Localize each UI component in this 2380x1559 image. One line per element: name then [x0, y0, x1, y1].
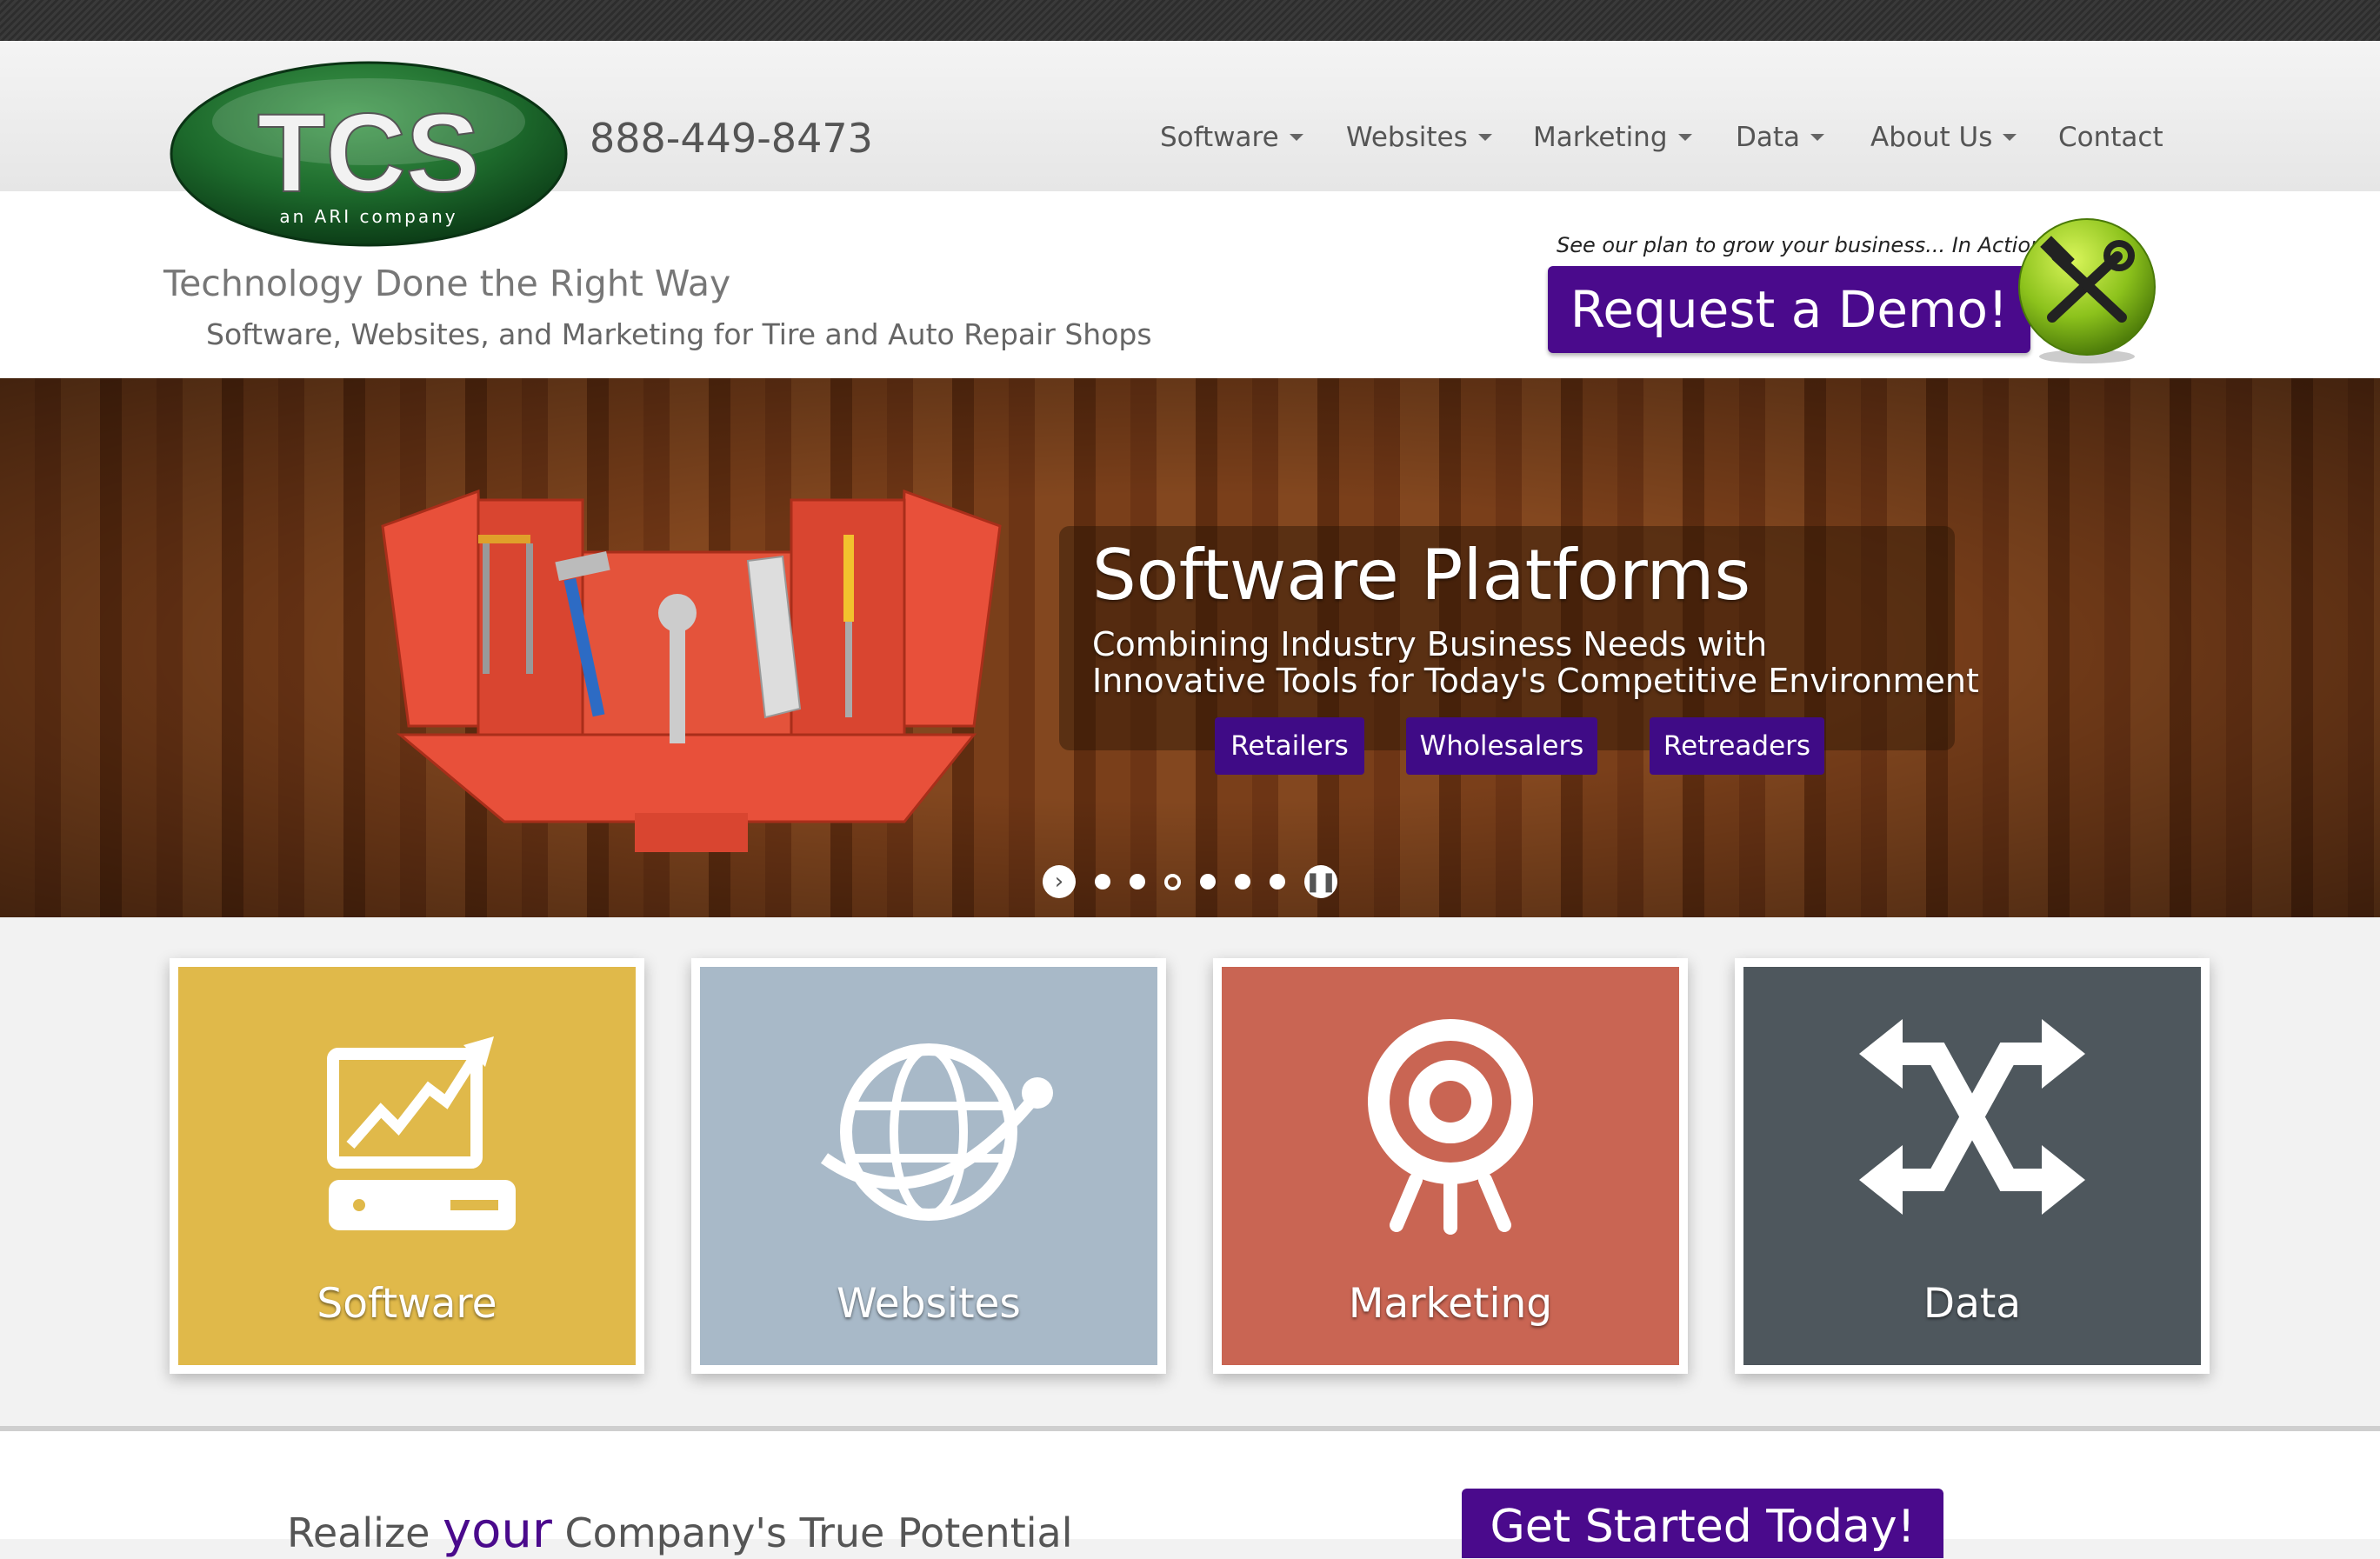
slide-dot-active[interactable]: [1164, 873, 1181, 890]
tools-icon[interactable]: [2013, 217, 2161, 370]
plan-text: See our plan to grow your business... In…: [1557, 233, 2052, 257]
request-demo-button[interactable]: Request a Demo!: [1548, 266, 2030, 353]
nav-about-us[interactable]: About Us: [1870, 122, 2017, 153]
shuffle-arrows-icon: [1859, 1019, 2085, 1215]
wholesalers-button[interactable]: Wholesalers: [1406, 717, 1597, 775]
caret-down-icon: [1810, 134, 1825, 141]
slide-dot[interactable]: [1235, 874, 1250, 889]
get-started-button[interactable]: Get Started Today!: [1462, 1489, 1943, 1558]
card-marketing-label: Marketing: [1348, 1280, 1553, 1328]
card-websites-label: Websites: [837, 1280, 1021, 1328]
retailers-button[interactable]: Retailers: [1215, 717, 1364, 775]
chart-monitor-icon: [327, 1036, 516, 1230]
nav-contact[interactable]: Contact: [2058, 122, 2163, 153]
slide-dot[interactable]: [1095, 874, 1110, 889]
slide-subtitle-line-2: Innovative Tools for Today's Competitive…: [1092, 662, 1979, 700]
nav-websites[interactable]: Websites: [1346, 122, 1492, 153]
card-data-label: Data: [1923, 1280, 2022, 1328]
nav-data[interactable]: Data: [1736, 122, 1825, 153]
slider-controls: › ❚❚: [1033, 865, 1347, 898]
realize-pre: Realize: [287, 1509, 443, 1556]
nav-label: Software: [1160, 122, 1279, 153]
card-marketing[interactable]: Marketing: [1213, 958, 1688, 1374]
card-data-panel: Data: [1743, 967, 2201, 1365]
phone-number[interactable]: 888-449-8473: [590, 115, 873, 162]
realize-heading: Realize your Company's True Potential: [287, 1502, 1072, 1559]
top-strip: [0, 0, 2380, 41]
slide-dot[interactable]: [1130, 874, 1145, 889]
nav-label: About Us: [1870, 122, 1993, 153]
next-slide-icon[interactable]: ›: [1043, 865, 1076, 898]
nav-marketing[interactable]: Marketing: [1533, 122, 1692, 153]
pause-icon[interactable]: ❚❚: [1304, 865, 1337, 898]
logo-text: TCS: [257, 91, 480, 216]
card-websites-panel: Websites: [700, 967, 1157, 1365]
nav-software[interactable]: Software: [1160, 122, 1303, 153]
caret-down-icon: [2003, 134, 2017, 141]
retreaders-button[interactable]: Retreaders: [1650, 717, 1824, 775]
tcs-logo[interactable]: TCS an ARI company: [170, 61, 568, 248]
globe-icon: [820, 1043, 1053, 1221]
card-software[interactable]: Software: [170, 958, 644, 1374]
card-software-panel: Software: [178, 967, 636, 1365]
card-marketing-panel: Marketing: [1222, 967, 1679, 1365]
realize-post: Company's True Potential: [551, 1509, 1073, 1556]
card-data[interactable]: Data: [1735, 958, 2210, 1374]
slide-title: Software Platforms: [1092, 535, 1751, 616]
subtagline: Software, Websites, and Marketing for Ti…: [206, 317, 1152, 351]
toolbox-image: [348, 474, 1026, 856]
logo-subtext: an ARI company: [279, 206, 457, 227]
tagline: Technology Done the Right Way: [163, 263, 731, 304]
card-software-label: Software: [317, 1280, 497, 1328]
nav-label: Contact: [2058, 122, 2163, 153]
nav-label: Marketing: [1533, 122, 1668, 153]
nav-label: Data: [1736, 122, 1801, 153]
slide-subtitle-line-1: Combining Industry Business Needs with: [1092, 625, 1768, 663]
slide-dot[interactable]: [1270, 874, 1285, 889]
realize-your: your: [443, 1502, 552, 1559]
nav-label: Websites: [1346, 122, 1468, 153]
caret-down-icon: [1477, 134, 1492, 141]
caret-down-icon: [1289, 134, 1303, 141]
slide-dot[interactable]: [1200, 874, 1216, 889]
slide-subtitle: Combining Industry Business Needs with I…: [1092, 626, 1979, 699]
caret-down-icon: [1677, 134, 1692, 141]
card-websites[interactable]: Websites: [691, 958, 1166, 1374]
target-icon: [1368, 1019, 1533, 1235]
